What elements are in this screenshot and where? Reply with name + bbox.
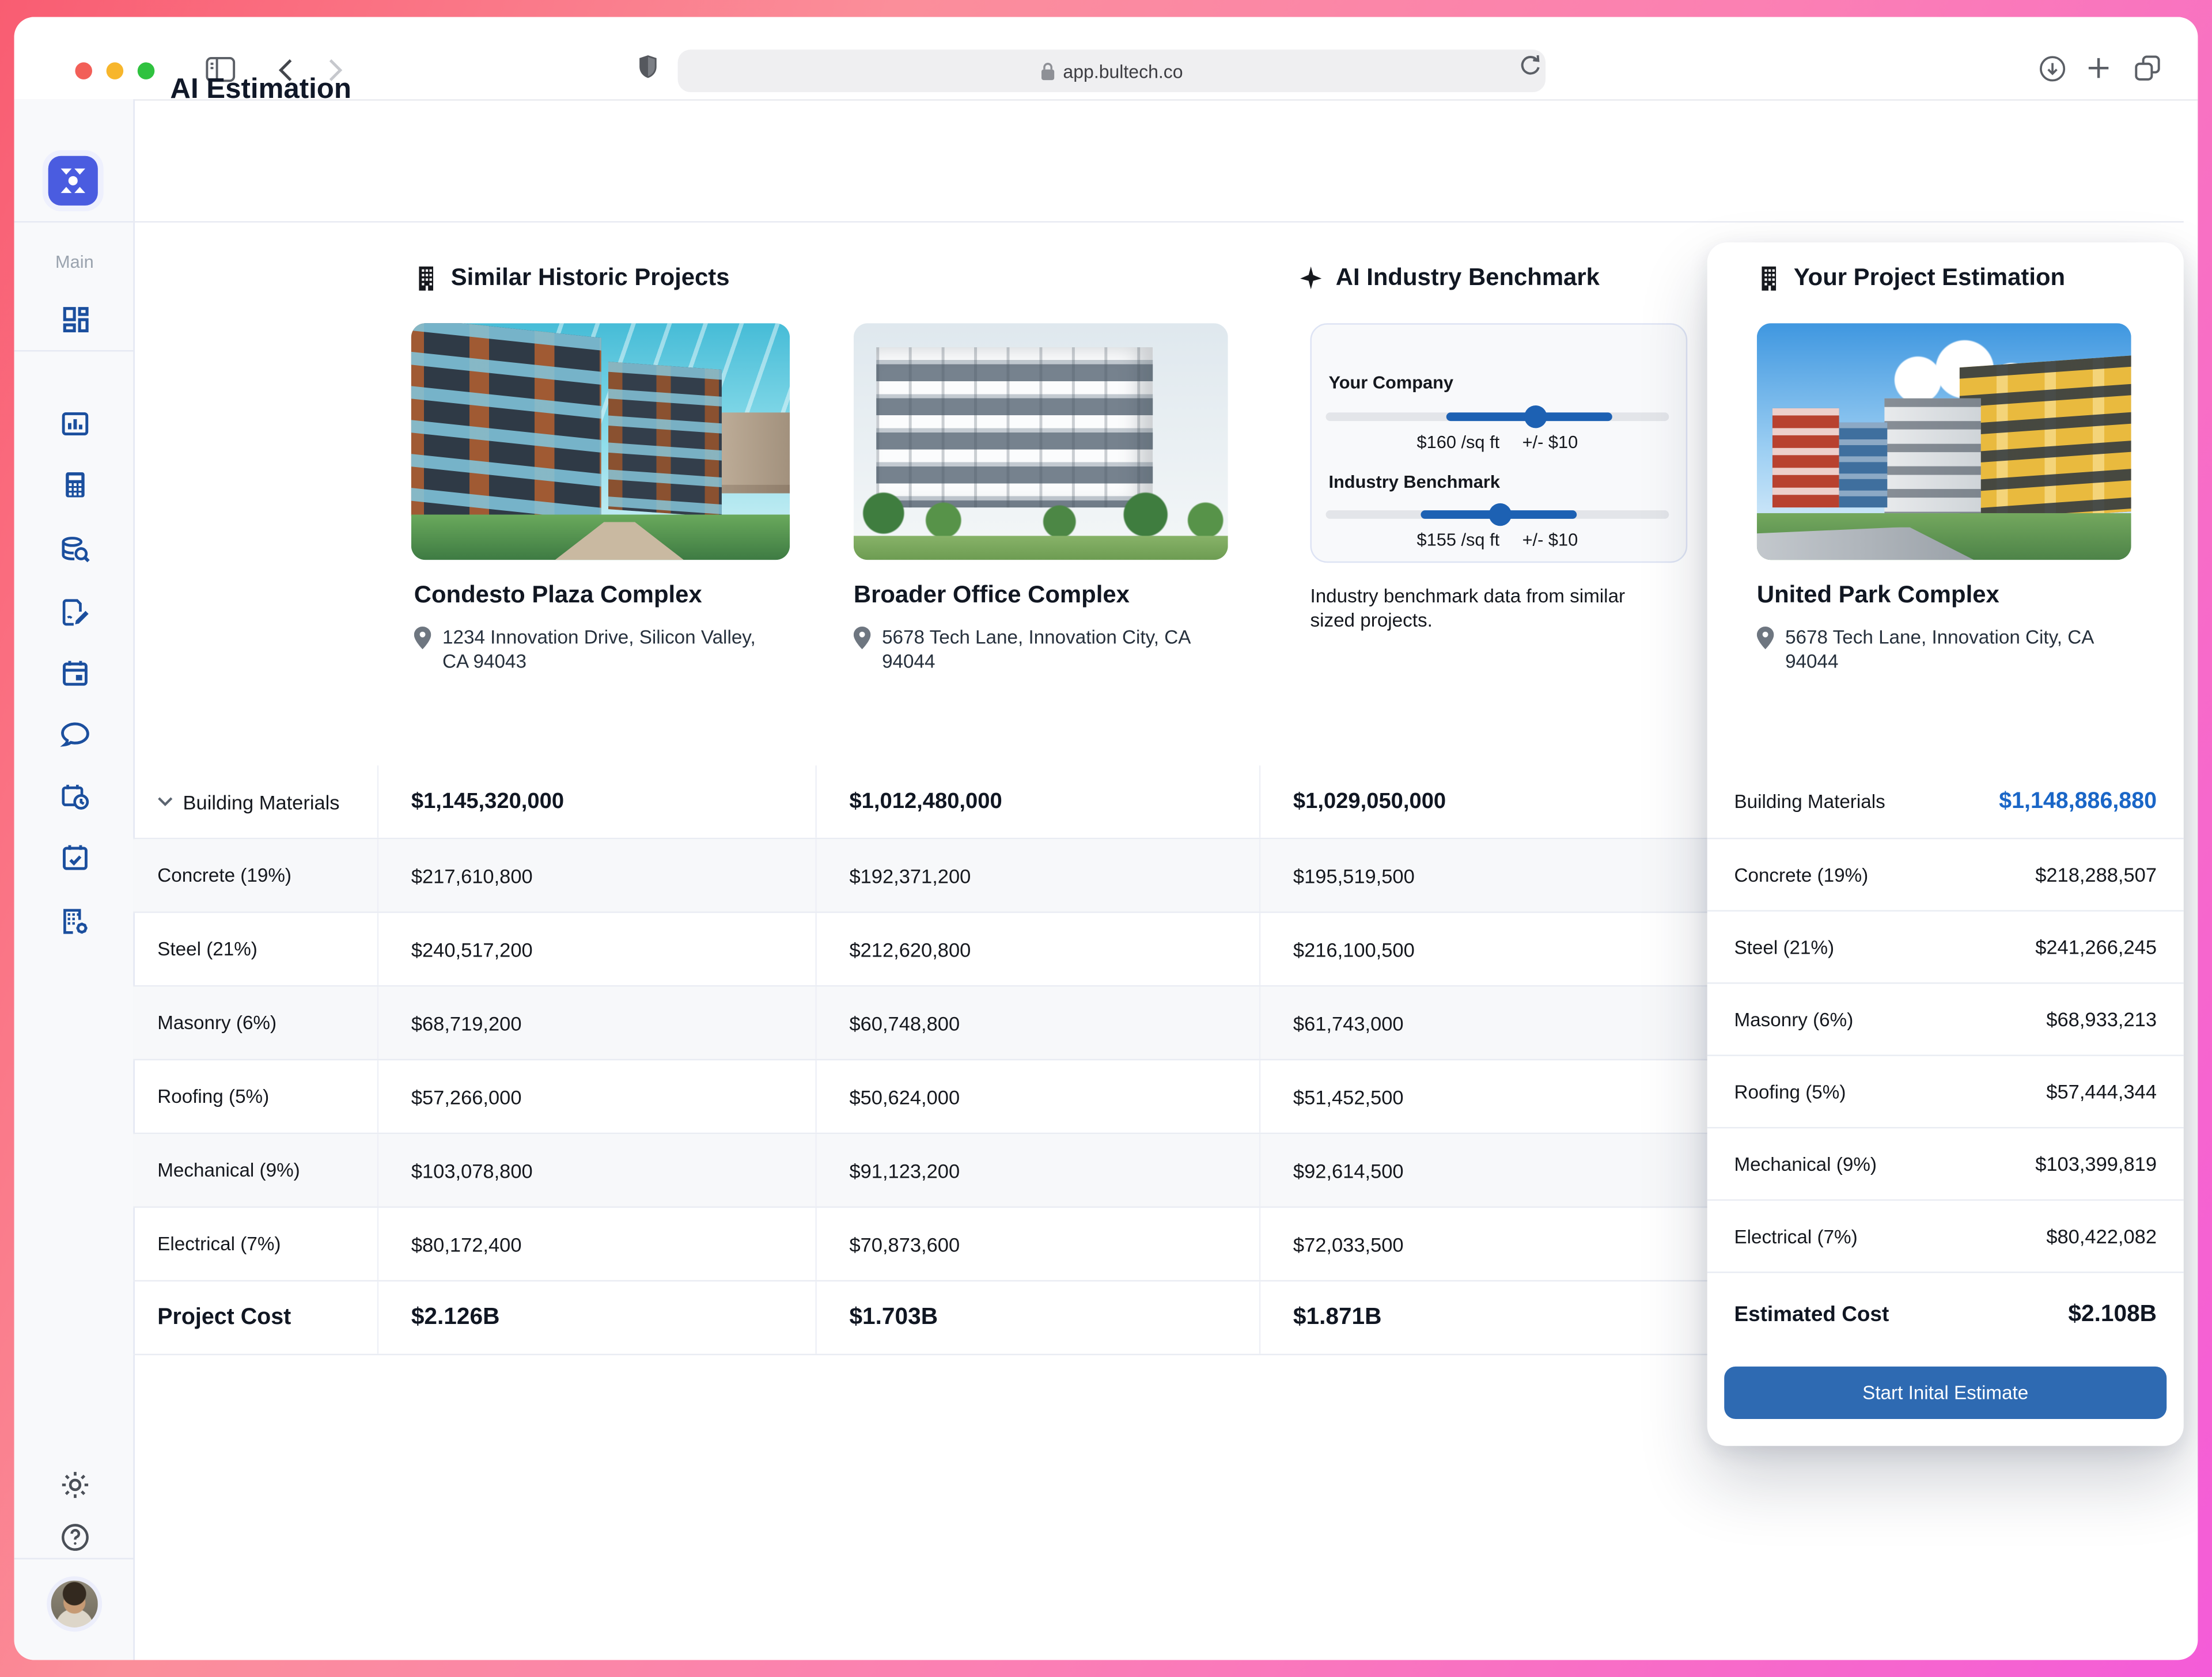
- desktop-background: app.bultech.co: [0, 0, 2212, 1677]
- benchmark-note: Industry benchmark data from similar siz…: [1310, 584, 1667, 632]
- sidebar-item-calendar-icon[interactable]: [59, 658, 90, 689]
- table-row: Mechanical (9%) $103,078,800 $91,123,200…: [133, 1134, 1721, 1208]
- start-initial-estimate-button[interactable]: Start Inital Estimate: [1724, 1367, 2166, 1419]
- section-estimation-header: Your Project Estimation: [1757, 264, 2065, 292]
- settings-gear-icon[interactable]: [59, 1469, 90, 1500]
- maximize-window-button[interactable]: [138, 62, 155, 79]
- table-row: Electrical (7%) $80,172,400 $70,873,600 …: [133, 1208, 1721, 1281]
- broader-photo: [854, 323, 1228, 560]
- sidebar-section-label: Main: [55, 252, 94, 272]
- estimate-group-row: Building Materials $1,148,886,880: [1707, 765, 2184, 838]
- sidebar-item-tasks-icon[interactable]: [59, 842, 90, 873]
- lock-icon: [1040, 62, 1055, 80]
- sidebar-divider: [14, 350, 134, 351]
- section-benchmark-header: AI Industry Benchmark: [1299, 264, 1600, 292]
- sidebar-divider: [14, 1558, 134, 1559]
- section-benchmark-title: AI Industry Benchmark: [1336, 264, 1600, 292]
- privacy-shield-icon[interactable]: [638, 54, 658, 79]
- group-row: Building Materials $1,145,320,000 $1,012…: [133, 765, 1721, 839]
- estimate-row: Concrete (19%) $218,288,507: [1707, 838, 2184, 910]
- cost-comparison-table: Building Materials $1,145,320,000 $1,012…: [133, 765, 1721, 1355]
- company-slider-label: Your Company: [1328, 373, 1453, 392]
- project-address: 1234 Innovation Drive, Silicon Valley, C…: [414, 625, 771, 674]
- sidebar-item-building-settings-icon[interactable]: [59, 906, 90, 937]
- browser-window: app.bultech.co: [14, 17, 2198, 1660]
- estimate-row: Steel (21%) $241,266,245: [1707, 910, 2184, 982]
- industry-slider-thumb[interactable]: [1489, 503, 1512, 526]
- table-row: Masonry (6%) $68,719,200 $60,748,800 $61…: [133, 987, 1721, 1060]
- location-pin-icon: [414, 625, 431, 674]
- table-row: Concrete (19%) $217,610,800 $192,371,200…: [133, 839, 1721, 913]
- user-avatar[interactable]: [51, 1581, 98, 1627]
- sidebar-item-contract-edit-icon[interactable]: [59, 597, 90, 628]
- sparkle-icon: [1299, 264, 1323, 291]
- sidebar-item-calculator-icon[interactable]: [59, 469, 90, 500]
- sidebar-divider: [14, 221, 134, 222]
- industry-slider-value: $155 /sq ft +/- $10: [1326, 530, 1669, 550]
- url-text: app.bultech.co: [1063, 60, 1183, 82]
- company-slider[interactable]: [1326, 412, 1669, 421]
- downloads-icon[interactable]: [2039, 55, 2066, 82]
- section-historic-header: Similar Historic Projects: [414, 264, 730, 292]
- project-address: 5678 Tech Lane, Innovation City, CA 9404…: [1757, 625, 2114, 674]
- sidebar-item-schedule-icon[interactable]: [59, 781, 90, 812]
- industry-slider[interactable]: [1326, 510, 1669, 519]
- location-pin-icon: [1757, 625, 1774, 674]
- sidebar-item-data-search-icon[interactable]: [59, 534, 90, 566]
- project-title: United Park Complex: [1757, 581, 1999, 609]
- sidebar-item-chat-icon[interactable]: [59, 719, 90, 750]
- table-row: Steel (21%) $240,517,200 $212,620,800 $2…: [133, 913, 1721, 987]
- industry-slider-label: Industry Benchmark: [1328, 472, 1500, 492]
- building-icon: [414, 264, 438, 291]
- sidebar: Main: [14, 99, 135, 1660]
- project-address: 5678 Tech Lane, Innovation City, CA 9404…: [854, 625, 1211, 674]
- new-tab-icon[interactable]: [2087, 56, 2109, 79]
- estimated-cost-row: Estimated Cost $2.108B: [1707, 1272, 2184, 1357]
- project-title: Condesto Plaza Complex: [414, 581, 702, 609]
- project-estimation-card: Your Project Estimation United Park Comp…: [1707, 242, 2184, 1446]
- group-row-label-cell[interactable]: Building Materials: [133, 790, 377, 813]
- estimate-row: Mechanical (9%) $103,399,819: [1707, 1127, 2184, 1200]
- tab-overview-icon[interactable]: [2134, 55, 2161, 81]
- reload-icon[interactable]: [1520, 54, 1541, 77]
- united-park-photo: [1757, 323, 2131, 560]
- estimate-row: Masonry (6%) $68,933,213: [1707, 982, 2184, 1055]
- section-estimation-title: Your Project Estimation: [1794, 264, 2065, 292]
- sidebar-item-analytics-icon[interactable]: [59, 408, 90, 439]
- help-icon[interactable]: [59, 1521, 90, 1552]
- building-icon: [1757, 264, 1781, 291]
- project-title: Broader Office Complex: [854, 581, 1130, 609]
- estimate-row: Electrical (7%) $80,422,082: [1707, 1199, 2184, 1272]
- total-row: Project Cost $2.126B $1.703B $1.871B: [133, 1281, 1721, 1355]
- minimize-window-button[interactable]: [107, 62, 124, 79]
- page-title: AI Estimation: [170, 74, 351, 107]
- section-historic-title: Similar Historic Projects: [451, 264, 730, 292]
- sidebar-item-dashboard-icon[interactable]: [59, 303, 90, 335]
- estimate-row: Roofing (5%) $57,444,344: [1707, 1054, 2184, 1127]
- table-row: Roofing (5%) $57,266,000 $50,624,000 $51…: [133, 1060, 1721, 1134]
- location-pin-icon: [854, 625, 871, 674]
- company-slider-thumb[interactable]: [1524, 405, 1547, 428]
- address-bar[interactable]: app.bultech.co: [678, 50, 1546, 92]
- company-slider-value: $160 /sq ft +/- $10: [1326, 432, 1669, 452]
- close-window-button[interactable]: [75, 62, 92, 79]
- benchmark-panel: Your Company $160 /sq ft +/- $10 Industr…: [1310, 323, 1687, 563]
- header-divider: [133, 221, 2183, 222]
- chevron-down-icon[interactable]: [157, 796, 173, 806]
- condesto-photo: [411, 323, 790, 560]
- app-logo[interactable]: [48, 156, 98, 206]
